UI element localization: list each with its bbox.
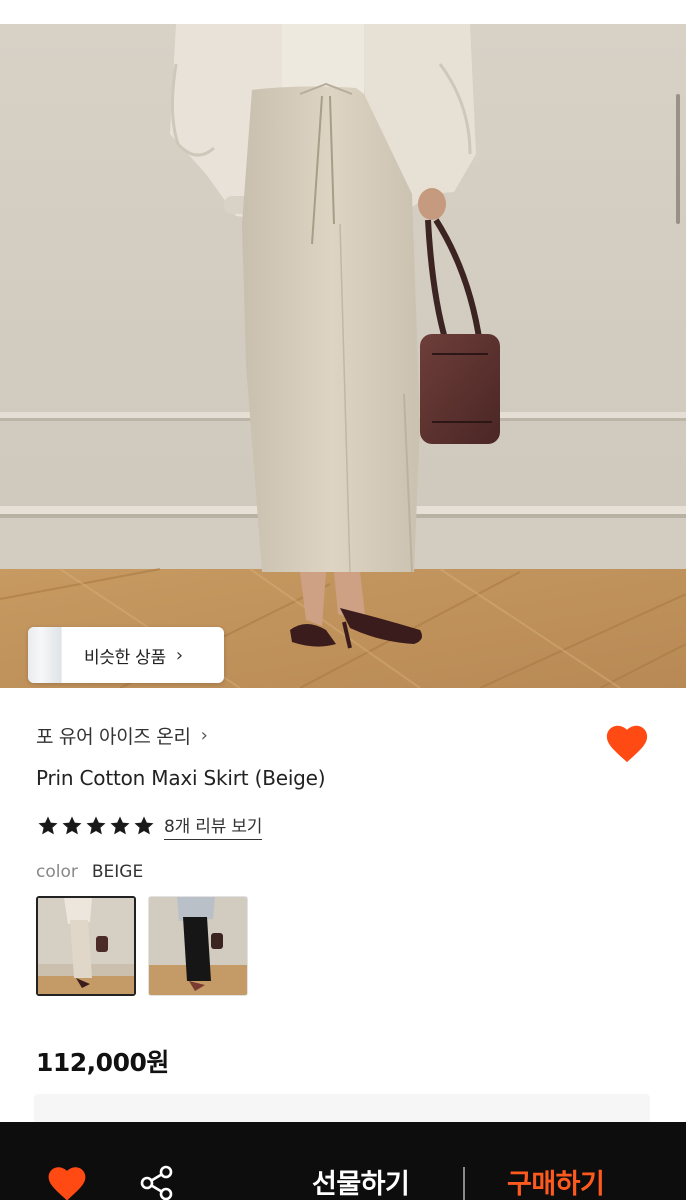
- gift-button[interactable]: 선물하기: [312, 1162, 410, 1200]
- brand-name: 포 유어 아이즈 온리: [36, 726, 191, 748]
- star-icon: [110, 816, 130, 835]
- color-selector-label: color BEIGE: [36, 862, 143, 882]
- scrollbar[interactable]: [676, 94, 680, 224]
- chevron-right-icon: ›: [200, 725, 208, 746]
- star-icon: [134, 816, 154, 835]
- heart-icon: [48, 1167, 86, 1200]
- star-icon: [62, 816, 82, 835]
- star-rating: [36, 814, 156, 838]
- brand-link[interactable]: 포 유어 아이즈 온리 ›: [36, 722, 208, 749]
- color-swatch-black[interactable]: [148, 896, 248, 996]
- product-title: Prin Cotton Maxi Skirt (Beige): [36, 766, 326, 790]
- button-divider: [463, 1167, 465, 1200]
- product-photo-illustration: [0, 24, 686, 688]
- similar-products-label: 비슷한 상품: [84, 647, 166, 668]
- star-icon: [86, 816, 106, 835]
- share-button[interactable]: [137, 1163, 177, 1200]
- product-price: 112,000원: [36, 1048, 169, 1077]
- color-value: BEIGE: [91, 862, 144, 882]
- star-icon: [38, 816, 58, 835]
- similar-products-button[interactable]: 비슷한 상품 ›: [28, 627, 224, 683]
- swatch-beige-image: [38, 898, 134, 994]
- color-swatch-beige[interactable]: [36, 896, 136, 996]
- heart-icon: [606, 725, 648, 763]
- swatch-black-image: [149, 897, 247, 995]
- chevron-right-icon: ›: [175, 644, 184, 666]
- color-label: color: [36, 862, 78, 882]
- review-link[interactable]: 8개 리뷰 보기: [164, 812, 262, 840]
- wishlist-button[interactable]: [604, 721, 650, 765]
- rating-row: 8개 리뷰 보기: [36, 812, 262, 840]
- bottom-wishlist-button[interactable]: [46, 1163, 88, 1200]
- buy-button[interactable]: 구매하기: [507, 1162, 605, 1200]
- status-area: [0, 0, 686, 24]
- share-icon: [140, 1165, 173, 1200]
- similar-products-thumbnail: [28, 627, 62, 683]
- product-photo[interactable]: 비슷한 상품 ›: [0, 24, 686, 688]
